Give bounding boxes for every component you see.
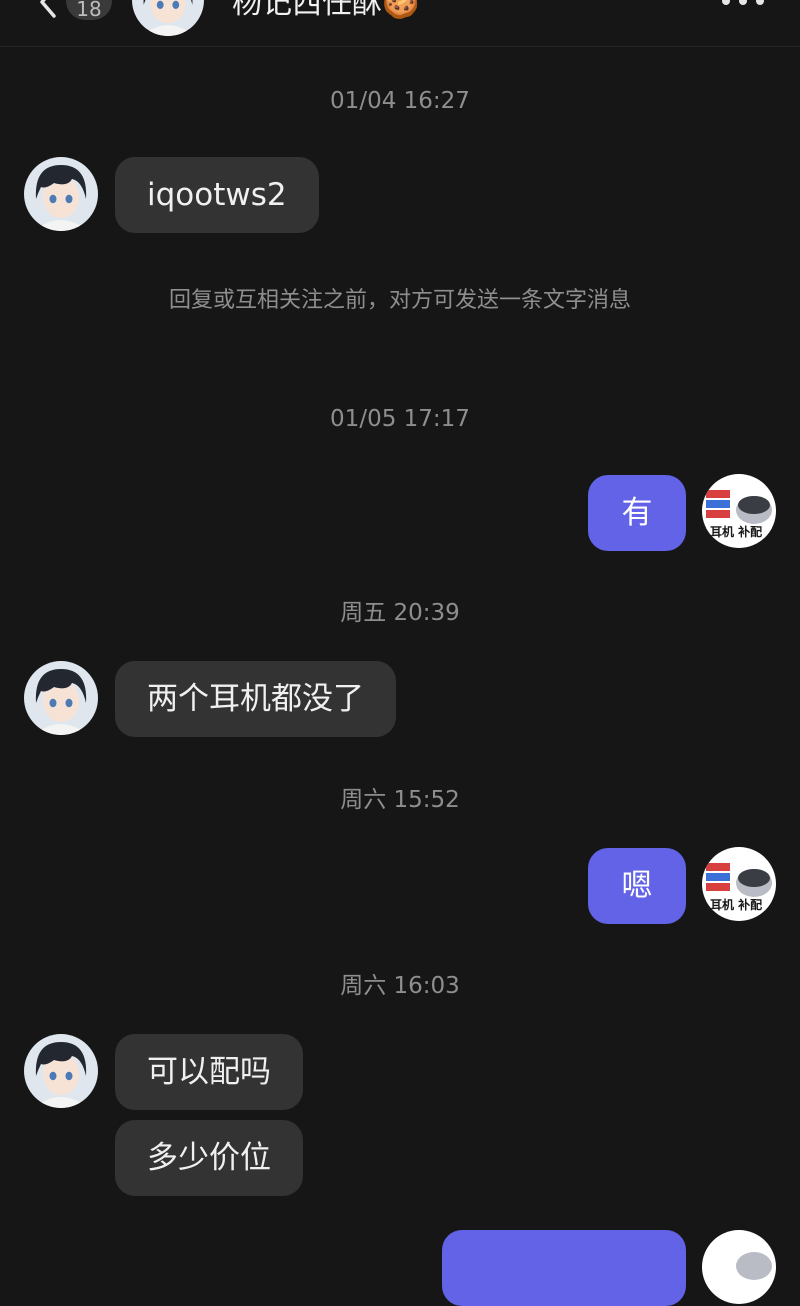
outgoing-message-bubble[interactable]: 嗯 [588,848,686,924]
message-timestamp: 01/05 17:17 [330,406,470,432]
contact-avatar[interactable] [24,661,98,735]
more-options-button[interactable] [718,0,768,12]
contact-name: 杨记西任酥🍪 [232,0,420,21]
contact-avatar[interactable] [24,1034,98,1108]
unread-count-badge[interactable]: 18 [66,0,112,21]
message-timestamp: 周五 20:39 [340,600,460,626]
system-notice: 回复或互相关注之前，对方可发送一条文字消息 [168,288,631,313]
anime-avatar-icon [24,661,98,735]
incoming-message-bubble[interactable]: 两个耳机都没了 [115,661,396,737]
incoming-message-bubble[interactable]: 多少价位 [115,1120,303,1196]
chevron-left-icon [40,0,56,18]
self-avatar[interactable]: 耳机 补配 [702,847,776,921]
earbuds-product-avatar-icon [702,1230,776,1304]
outgoing-message-bubble[interactable]: 有 [588,475,686,551]
outgoing-message-bubble[interactable] [442,1230,686,1306]
more-dots-icon [722,0,764,5]
self-avatar[interactable] [702,1230,776,1304]
svg-text:耳机 补配: 耳机 补配 [710,897,762,912]
anime-avatar-icon [132,0,204,36]
self-avatar[interactable]: 耳机 补配 [702,474,776,548]
anime-avatar-icon [24,157,98,231]
message-timestamp: 周六 16:03 [340,973,460,999]
incoming-message-bubble[interactable]: iqootws2 [115,157,319,233]
message-timestamp: 周六 15:52 [340,787,460,813]
earbuds-product-avatar-icon: 耳机 补配 [702,847,776,921]
back-button[interactable] [30,0,66,20]
incoming-message-bubble[interactable]: 可以配吗 [115,1034,303,1110]
contact-avatar[interactable] [24,157,98,231]
chat-header: 18 杨记西任酥🍪 [0,0,800,47]
svg-text:耳机 补配: 耳机 补配 [710,524,762,539]
earbuds-product-avatar-icon: 耳机 补配 [702,474,776,548]
anime-avatar-icon [24,1034,98,1108]
message-timestamp: 01/04 16:27 [330,88,470,114]
contact-avatar[interactable] [132,0,204,36]
